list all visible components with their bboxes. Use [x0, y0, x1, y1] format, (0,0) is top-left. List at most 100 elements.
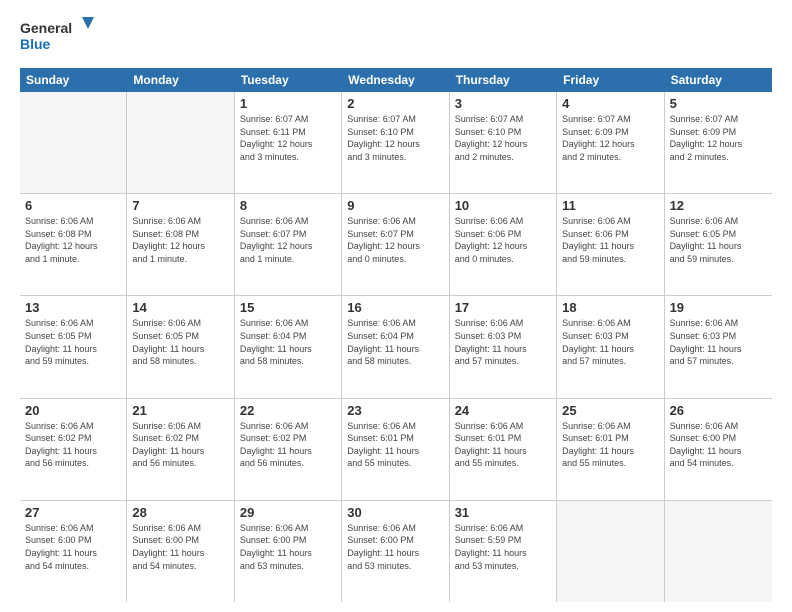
logo: General Blue: [20, 15, 100, 60]
day-cell-18: 18 Sunrise: 6:06 AM Sunset: 6:03 PM Dayli…: [557, 296, 664, 397]
day-info: Sunrise: 6:06 AM Sunset: 6:03 PM Dayligh…: [562, 317, 658, 367]
day-cell-19: 19 Sunrise: 6:06 AM Sunset: 6:03 PM Dayli…: [665, 296, 772, 397]
day-info: Sunrise: 6:06 AM Sunset: 6:07 PM Dayligh…: [240, 215, 336, 265]
day-cell-3: 3 Sunrise: 6:07 AM Sunset: 6:10 PM Daylig…: [450, 92, 557, 193]
day-number: 17: [455, 300, 551, 315]
day-number: 30: [347, 505, 443, 520]
day-info: Sunrise: 6:06 AM Sunset: 6:01 PM Dayligh…: [455, 420, 551, 470]
day-info: Sunrise: 6:06 AM Sunset: 6:08 PM Dayligh…: [25, 215, 121, 265]
day-number: 2: [347, 96, 443, 111]
day-cell-6: 6 Sunrise: 6:06 AM Sunset: 6:08 PM Daylig…: [20, 194, 127, 295]
day-info: Sunrise: 6:07 AM Sunset: 6:09 PM Dayligh…: [562, 113, 658, 163]
day-cell-24: 24Sunrise: 6:06 AM Sunset: 6:01 PM Dayli…: [450, 399, 557, 500]
day-cell-27: 27Sunrise: 6:06 AM Sunset: 6:00 PM Dayli…: [20, 501, 127, 602]
day-cell-8: 8 Sunrise: 6:06 AM Sunset: 6:07 PM Daylig…: [235, 194, 342, 295]
day-cell-9: 9 Sunrise: 6:06 AM Sunset: 6:07 PM Daylig…: [342, 194, 449, 295]
day-info: Sunrise: 6:06 AM Sunset: 5:59 PM Dayligh…: [455, 522, 551, 572]
day-cell-16: 16 Sunrise: 6:06 AM Sunset: 6:04 PM Dayli…: [342, 296, 449, 397]
day-cell-22: 22 Sunrise: 6:06 AM Sunset: 6:02 PM Dayli…: [235, 399, 342, 500]
day-info: Sunrise: 6:06 AM Sunset: 6:04 PM Dayligh…: [347, 317, 443, 367]
day-info: Sunrise: 6:06 AM Sunset: 6:06 PM Dayligh…: [562, 215, 658, 265]
day-cell-2: 2 Sunrise: 6:07 AM Sunset: 6:10 PM Daylig…: [342, 92, 449, 193]
day-info: Sunrise: 6:06 AM Sunset: 6:05 PM Dayligh…: [670, 215, 767, 265]
header-day-friday: Friday: [557, 68, 664, 92]
day-info: Sunrise: 6:06 AM Sunset: 6:00 PM Dayligh…: [132, 522, 228, 572]
day-info: Sunrise: 6:06 AM Sunset: 6:08 PM Dayligh…: [132, 215, 228, 265]
day-info: Sunrise: 6:06 AM Sunset: 6:00 PM Dayligh…: [240, 522, 336, 572]
day-info: Sunrise: 6:07 AM Sunset: 6:11 PM Dayligh…: [240, 113, 336, 163]
day-number: 11: [562, 198, 658, 213]
day-number: 6: [25, 198, 121, 213]
day-number: 9: [347, 198, 443, 213]
day-cell-13: 13Sunrise: 6:06 AM Sunset: 6:05 PM Dayli…: [20, 296, 127, 397]
day-number: 20: [25, 403, 121, 418]
day-info: Sunrise: 6:06 AM Sunset: 6:01 PM Dayligh…: [347, 420, 443, 470]
day-info: Sunrise: 6:06 AM Sunset: 6:03 PM Dayligh…: [670, 317, 767, 367]
day-cell-20: 20 Sunrise: 6:06 AM Sunset: 6:02 PM Dayli…: [20, 399, 127, 500]
day-cell-1: 1Sunrise: 6:07 AM Sunset: 6:11 PM Daylig…: [235, 92, 342, 193]
header-day-thursday: Thursday: [450, 68, 557, 92]
calendar-row-2: 6 Sunrise: 6:06 AM Sunset: 6:08 PM Daylig…: [20, 194, 772, 296]
day-info: Sunrise: 6:06 AM Sunset: 6:05 PM Dayligh…: [132, 317, 228, 367]
day-cell-26: 26 Sunrise: 6:06 AM Sunset: 6:00 PM Dayli…: [665, 399, 772, 500]
day-cell-14: 14 Sunrise: 6:06 AM Sunset: 6:05 PM Dayli…: [127, 296, 234, 397]
day-number: 13: [25, 300, 121, 315]
empty-cell: [127, 92, 234, 193]
day-info: Sunrise: 6:06 AM Sunset: 6:00 PM Dayligh…: [347, 522, 443, 572]
day-info: Sunrise: 6:06 AM Sunset: 6:07 PM Dayligh…: [347, 215, 443, 265]
empty-cell: [665, 501, 772, 602]
header-day-sunday: Sunday: [20, 68, 127, 92]
day-info: Sunrise: 6:06 AM Sunset: 6:02 PM Dayligh…: [240, 420, 336, 470]
calendar: SundayMondayTuesdayWednesdayThursdayFrid…: [20, 68, 772, 602]
calendar-row-5: 27 Sunrise: 6:06 AM Sunset: 6:00 PM Dayli…: [20, 501, 772, 602]
header-day-tuesday: Tuesday: [235, 68, 342, 92]
svg-text:General: General: [20, 20, 72, 36]
day-number: 16: [347, 300, 443, 315]
day-cell-25: 25Sunrise: 6:06 AM Sunset: 6:01 PM Dayli…: [557, 399, 664, 500]
day-info: Sunrise: 6:07 AM Sunset: 6:09 PM Dayligh…: [670, 113, 767, 163]
day-info: Sunrise: 6:06 AM Sunset: 6:02 PM Dayligh…: [25, 420, 121, 470]
day-cell-30: 30 Sunrise: 6:06 AM Sunset: 6:00 PM Dayli…: [342, 501, 449, 602]
calendar-body: 1Sunrise: 6:07 AM Sunset: 6:11 PM Daylig…: [20, 92, 772, 602]
day-number: 29: [240, 505, 336, 520]
day-cell-23: 23 Sunrise: 6:06 AM Sunset: 6:01 PM Dayli…: [342, 399, 449, 500]
day-number: 15: [240, 300, 336, 315]
day-number: 28: [132, 505, 228, 520]
day-number: 8: [240, 198, 336, 213]
day-info: Sunrise: 6:06 AM Sunset: 6:02 PM Dayligh…: [132, 420, 228, 470]
day-info: Sunrise: 6:07 AM Sunset: 6:10 PM Dayligh…: [347, 113, 443, 163]
day-cell-7: 7 Sunrise: 6:06 AM Sunset: 6:08 PM Daylig…: [127, 194, 234, 295]
day-number: 18: [562, 300, 658, 315]
day-number: 19: [670, 300, 767, 315]
day-number: 5: [670, 96, 767, 111]
empty-cell: [557, 501, 664, 602]
day-number: 22: [240, 403, 336, 418]
calendar-row-3: 13 Sunrise: 6:06 AM Sunset: 6:05 PM Dayli…: [20, 296, 772, 398]
day-cell-12: 12 Sunrise: 6:06 AM Sunset: 6:05 PM Dayli…: [665, 194, 772, 295]
svg-text:Blue: Blue: [20, 36, 51, 52]
day-number: 14: [132, 300, 228, 315]
header-day-monday: Monday: [127, 68, 234, 92]
day-cell-28: 28 Sunrise: 6:06 AM Sunset: 6:00 PM Dayli…: [127, 501, 234, 602]
empty-cell: [20, 92, 127, 193]
day-number: 25: [562, 403, 658, 418]
logo-svg: General Blue: [20, 15, 100, 60]
day-info: Sunrise: 6:07 AM Sunset: 6:10 PM Dayligh…: [455, 113, 551, 163]
calendar-header: SundayMondayTuesdayWednesdayThursdayFrid…: [20, 68, 772, 92]
day-number: 7: [132, 198, 228, 213]
day-info: Sunrise: 6:06 AM Sunset: 6:06 PM Dayligh…: [455, 215, 551, 265]
day-number: 26: [670, 403, 767, 418]
day-info: Sunrise: 6:06 AM Sunset: 6:03 PM Dayligh…: [455, 317, 551, 367]
day-number: 12: [670, 198, 767, 213]
calendar-row-4: 20 Sunrise: 6:06 AM Sunset: 6:02 PM Dayli…: [20, 399, 772, 501]
day-number: 27: [25, 505, 121, 520]
day-number: 23: [347, 403, 443, 418]
day-cell-17: 17 Sunrise: 6:06 AM Sunset: 6:03 PM Dayli…: [450, 296, 557, 397]
day-number: 3: [455, 96, 551, 111]
day-number: 4: [562, 96, 658, 111]
day-cell-15: 15Sunrise: 6:06 AM Sunset: 6:04 PM Dayli…: [235, 296, 342, 397]
day-cell-5: 5 Sunrise: 6:07 AM Sunset: 6:09 PM Daylig…: [665, 92, 772, 193]
day-cell-10: 10Sunrise: 6:06 AM Sunset: 6:06 PM Dayli…: [450, 194, 557, 295]
day-number: 31: [455, 505, 551, 520]
day-info: Sunrise: 6:06 AM Sunset: 6:00 PM Dayligh…: [670, 420, 767, 470]
